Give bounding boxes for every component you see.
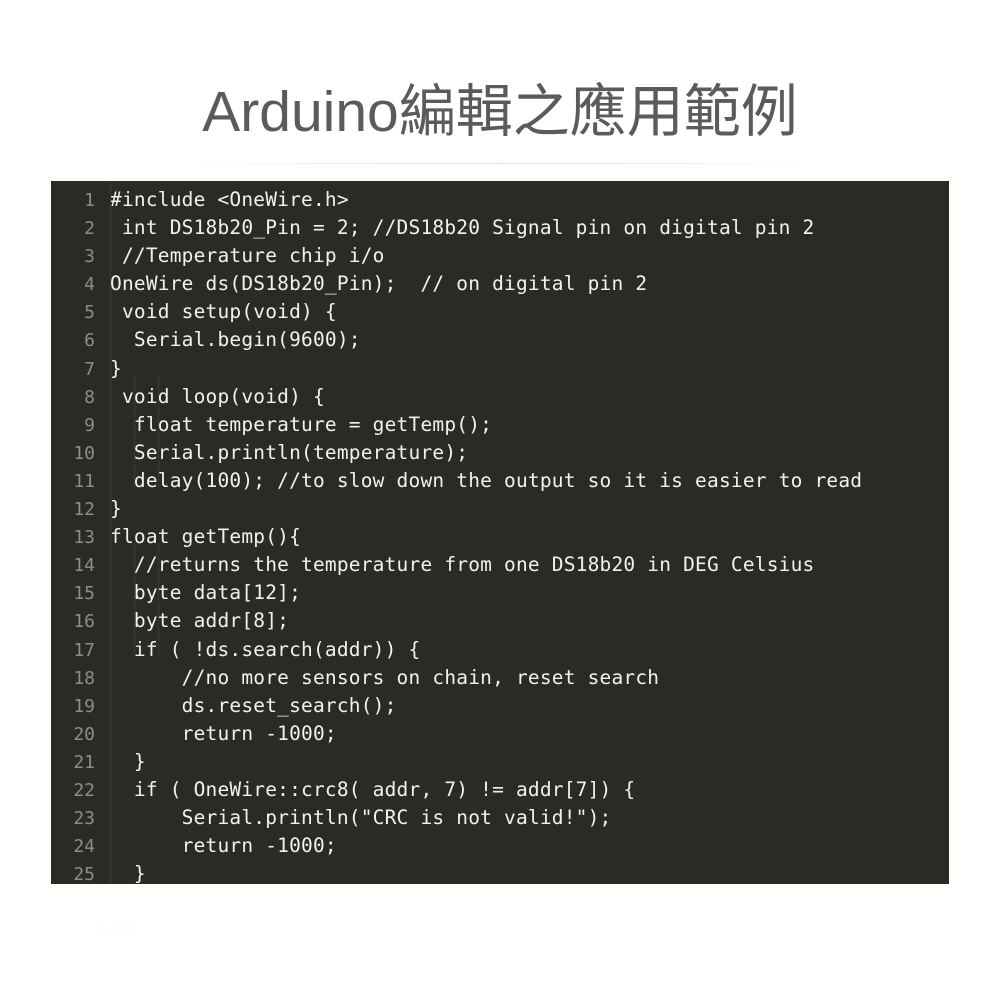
line-number: 17 <box>73 639 95 661</box>
code-line-text: } <box>110 497 122 521</box>
code-line-text: //returns the temperature from one DS18b… <box>110 553 815 577</box>
code-line: 1 #include <OneWire.h> <box>51 186 949 214</box>
line-number: 16 <box>73 611 95 633</box>
page-title: Arduino編輯之應用範例 <box>202 80 798 144</box>
code-line: 11 delay(100); //to slow down the output… <box>51 467 949 495</box>
code-line: 14 //returns the temperature from one DS… <box>51 551 949 579</box>
title-divider <box>180 163 820 164</box>
code-line-text: } <box>110 862 146 884</box>
code-line: 13 float getTemp(){ <box>51 523 949 551</box>
line-number: 8 <box>84 386 95 408</box>
code-line-text: return -1000; <box>110 721 337 745</box>
code-line-text: void loop(void) { <box>110 384 325 408</box>
code-line: 9 float temperature = getTemp(); <box>51 411 949 439</box>
line-number: 14 <box>73 555 95 577</box>
code-block: 1 #include <OneWire.h> 2 int DS18b20_Pin =… <box>51 181 949 884</box>
line-number: 11 <box>73 470 95 492</box>
code-line-text: Serial.println(temperature); <box>110 440 469 464</box>
line-number: 1 <box>84 190 95 211</box>
code-line-text: OneWire ds(DS18b20_Pin); // on digital p… <box>110 272 648 296</box>
code-line-list: 1 #include <OneWire.h> 2 int DS18b20_Pin =… <box>51 181 949 884</box>
code-line: 19 ds.reset_search(); <box>51 692 949 720</box>
line-number: 21 <box>73 751 95 773</box>
line-number: 2 <box>84 218 95 240</box>
code-line-text: } <box>110 356 122 380</box>
line-number: 22 <box>73 779 95 801</box>
code-line-text: delay(100); //to slow down the output so… <box>110 468 863 492</box>
code-line: 23 Serial.println("CRC is not valid!"); <box>51 804 949 832</box>
code-line-text: //Temperature chip i/o <box>110 244 385 268</box>
line-number: 20 <box>73 723 95 745</box>
code-line: 10 Serial.println(temperature); <box>51 439 949 467</box>
code-line: 6 Serial.begin(9600); <box>51 326 949 354</box>
code-line: 20 return -1000; <box>51 720 949 748</box>
line-number: 6 <box>84 330 95 352</box>
code-line: 17 if ( !ds.search(addr)) { <box>51 636 949 664</box>
line-number: 13 <box>73 527 95 549</box>
code-line: 22 if ( OneWire::crc8( addr, 7) != addr[… <box>51 776 949 804</box>
code-line: 16 byte addr[8]; <box>51 607 949 635</box>
code-line-text: } <box>110 749 146 773</box>
slide-canvas: Arduino編輯之應用範例 1 #include <OneWire.h> 2 in… <box>0 0 1000 1000</box>
code-line-text: void setup(void) { <box>110 300 337 324</box>
code-line: 4 OneWire ds(DS18b20_Pin); // on digital … <box>51 270 949 298</box>
line-number: 12 <box>73 499 95 521</box>
code-line-text: if ( OneWire::crc8( addr, 7) != addr[7])… <box>110 777 636 801</box>
line-number: 10 <box>73 442 95 464</box>
line-number: 4 <box>84 274 95 296</box>
code-line: 25 } <box>51 860 949 884</box>
line-number: 24 <box>73 836 95 858</box>
line-number: 9 <box>84 414 95 436</box>
line-number: 5 <box>84 302 95 324</box>
code-line: 3 //Temperature chip i/o <box>51 242 949 270</box>
code-line: 18 //no more sensors on chain, reset sea… <box>51 664 949 692</box>
code-line-text: float temperature = getTemp(); <box>110 412 493 436</box>
code-line-text: byte data[12]; <box>110 581 302 605</box>
code-line-text: byte addr[8]; <box>110 609 290 633</box>
code-line: 5 void setup(void) { <box>51 298 949 326</box>
code-line: 12} <box>51 495 949 523</box>
line-number: 3 <box>84 246 95 268</box>
code-line: 2 int DS18b20_Pin = 2; //DS18b20 Signal … <box>51 214 949 242</box>
code-line: 15 byte data[12]; <box>51 579 949 607</box>
code-line: 24 return -1000; <box>51 832 949 860</box>
code-line-text: //no more sensors on chain, reset search <box>110 665 660 689</box>
line-number: 7 <box>84 358 95 380</box>
code-line-text: ds.reset_search(); <box>110 693 397 717</box>
code-line-text: Serial.println("CRC is not valid!"); <box>110 806 612 830</box>
line-number: 15 <box>73 583 95 605</box>
code-line-text: if ( !ds.search(addr)) { <box>110 637 421 661</box>
line-number: 18 <box>73 667 95 689</box>
watermark: Getty <box>96 921 137 938</box>
code-line-text: #include <OneWire.h> <box>110 188 349 211</box>
title-container: Arduino編輯之應用範例 <box>0 78 1000 146</box>
line-number: 23 <box>73 808 95 830</box>
line-number: 25 <box>73 864 95 884</box>
code-line-text: return -1000; <box>110 834 337 858</box>
line-number: 19 <box>73 695 95 717</box>
code-line-text: int DS18b20_Pin = 2; //DS18b20 Signal pi… <box>110 216 815 240</box>
code-line: 8 void loop(void) { <box>51 383 949 411</box>
code-line: 21 } <box>51 748 949 776</box>
code-line-text: float getTemp(){ <box>110 525 302 549</box>
code-line-text: Serial.begin(9600); <box>110 328 361 352</box>
code-line: 7} <box>51 355 949 383</box>
